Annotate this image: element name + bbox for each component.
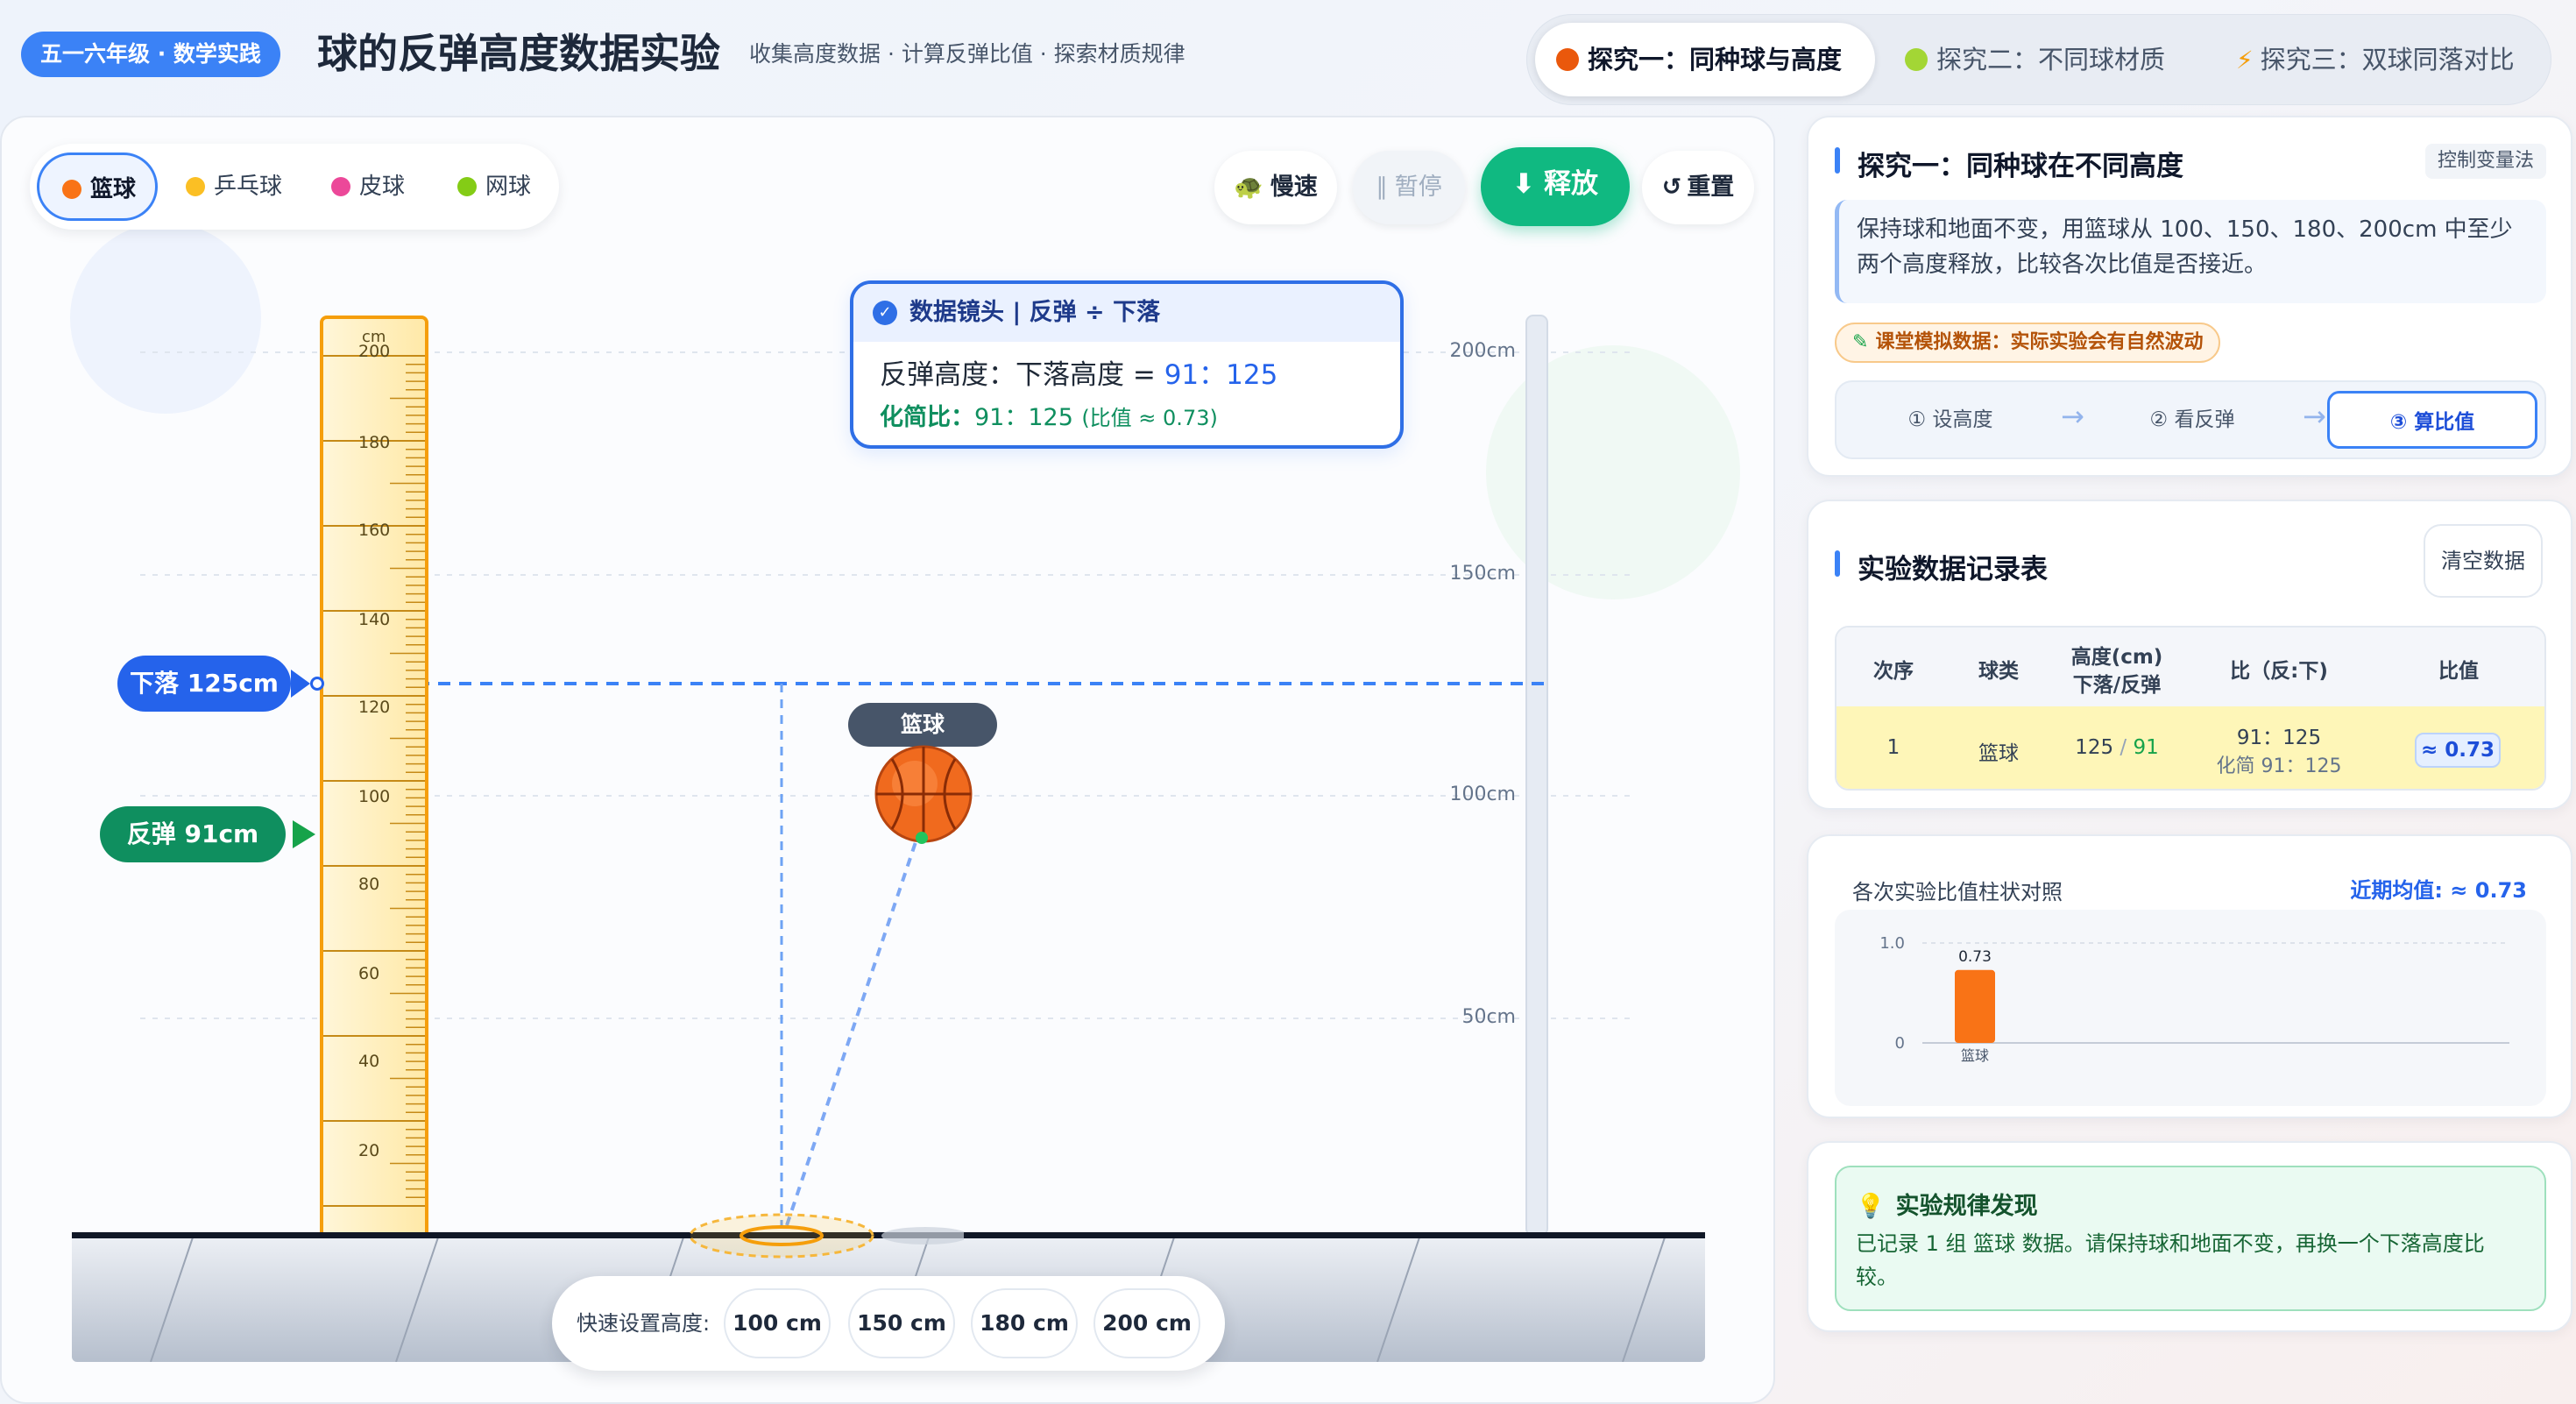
cell-bounce: 91 xyxy=(2133,736,2159,759)
lens-simplified-label: 化简比： xyxy=(880,404,974,431)
inquiry-title: 探究一：同种球在不同高度 xyxy=(1835,144,2183,183)
bounce-height-marker: 反弹 91cm xyxy=(100,806,286,862)
ruler-label: 180 xyxy=(358,433,391,452)
tab-label: 探究二：不同球材质 xyxy=(1936,45,2166,74)
bounce-marker-pointer xyxy=(293,820,315,848)
col-ratio: 比（反:下) xyxy=(2230,660,2328,683)
quick-height-180[interactable]: 180 cm xyxy=(971,1288,1078,1358)
finding-title-row: 💡 实验规律发现 xyxy=(1856,1187,2038,1221)
finding-text: 已记录 1 组 篮球 数据。请保持球和地面不变，再换一个下落高度比较。 xyxy=(1856,1231,2485,1289)
ruler-label: 200 xyxy=(358,342,391,361)
y-tick-label: 0 xyxy=(1895,1034,1905,1053)
pencil-icon: ✎ xyxy=(1852,331,1869,353)
scale-label: 150cm xyxy=(1449,563,1516,585)
data-table-title: 实验数据记录表 xyxy=(1835,547,2048,586)
y-tick-label: 1.0 xyxy=(1879,934,1905,953)
table-header: 次序 球类 高度(cm) 下落/反弹 比（反:下) 比值 xyxy=(1836,628,2544,706)
bounce-path xyxy=(785,833,920,1226)
lightbulb-icon: 💡 xyxy=(1856,1193,1886,1220)
table-row[interactable]: 1 篮球 125 / 91 91：125 化简 91：125 ≈ 0.73 xyxy=(1836,706,2544,789)
drop-track xyxy=(1525,315,1548,1237)
clear-data-button[interactable]: 清空数据 xyxy=(2424,524,2543,598)
cell-heights: 125 / 91 xyxy=(2056,736,2178,759)
tennis-ball-icon xyxy=(1905,48,1928,71)
step-compute-ratio[interactable]: ③ 算比值 xyxy=(2327,391,2537,449)
height-ruler: cm 200 180 160 140 120 100 80 60 40 20 xyxy=(320,316,428,1239)
method-tag: 控制变量法 xyxy=(2424,144,2546,179)
ruler-label: 60 xyxy=(358,964,380,983)
col-index: 次序 xyxy=(1873,660,1914,683)
cell-sep: / xyxy=(2113,736,2134,759)
ruler-label: 80 xyxy=(358,875,380,894)
ratio-value-badge: ≈ 0.73 xyxy=(2415,733,2501,768)
scale-label: 100cm xyxy=(1449,784,1516,805)
finding-box: 💡 实验规律发现 已记录 1 组 篮球 数据。请保持球和地面不变，再换一个下落高度… xyxy=(1835,1166,2546,1311)
step-watch-bounce[interactable]: ② 看反弹 xyxy=(2087,391,2297,449)
check-icon: ✓ xyxy=(873,301,897,325)
tab-inquiry-2[interactable]: 探究二：不同球材质 xyxy=(1884,23,2204,96)
category-label: 篮球 xyxy=(1961,1047,1989,1064)
chart-title: 各次实验比值柱状对照 xyxy=(1852,880,2063,904)
bar-data-label: 0.73 xyxy=(1958,948,1992,966)
ruler-label: 120 xyxy=(358,698,391,717)
col-height: 高度(cm) xyxy=(2070,646,2163,669)
simulation-warning: ✎ 课堂模拟数据：实际实验会有自然波动 xyxy=(1835,323,2221,363)
lens-ratio-note: (比值 ≈ 0.73) xyxy=(1081,406,1218,430)
arrow-right-icon: → xyxy=(2303,400,2326,433)
ruler-label: 160 xyxy=(358,521,391,540)
chart-bar xyxy=(1955,969,1995,1043)
data-lens-panel: ✓ 数据镜头 | 反弹 ÷ 下落 反弹高度：下落高度 = 91：125 化简比：9… xyxy=(850,280,1404,449)
basketball[interactable] xyxy=(867,738,981,852)
ruler-label: 100 xyxy=(358,787,391,806)
cell-simplified: 化简 91：125 xyxy=(2216,755,2342,777)
quick-height-100[interactable]: 100 cm xyxy=(724,1288,831,1358)
arrow-right-icon: → xyxy=(2061,400,2084,433)
chart-area: 1.0 0 0.73 篮球 xyxy=(1835,910,2546,1106)
data-table: 次序 球类 高度(cm) 下落/反弹 比（反:下) 比值 1 篮球 125 / … xyxy=(1835,626,2546,791)
ruler-label: 140 xyxy=(358,610,391,629)
lens-simplified-value: 91：125 xyxy=(974,404,1073,431)
data-lens-header: ✓ 数据镜头 | 反弹 ÷ 下落 xyxy=(853,284,1400,342)
quick-height-200[interactable]: 200 cm xyxy=(1093,1288,1200,1358)
finding-card: 💡 实验规律发现 已记录 1 组 篮球 数据。请保持球和地面不变，再换一个下落高度… xyxy=(1807,1141,2572,1332)
inquiry-description: 保持球和地面不变，用篮球从 100、150、180、200cm 中至少两个高度释… xyxy=(1835,200,2546,303)
drop-marker-pointer xyxy=(291,670,310,698)
cell-ball: 篮球 xyxy=(1978,742,2019,765)
ruler-ticks xyxy=(323,355,425,1207)
tab-inquiry-3[interactable]: ⚡ 探究三：双球同落对比 xyxy=(2215,23,2544,96)
step-set-height[interactable]: ① 设高度 xyxy=(1845,391,2056,449)
tab-label: 探究三：双球同落对比 xyxy=(2260,45,2515,74)
lens-ratio-label: 反弹高度：下落高度 = xyxy=(880,359,1164,391)
finding-title: 实验规律发现 xyxy=(1895,1193,2038,1220)
cell-ratio: 91：125 xyxy=(2236,727,2322,749)
lens-ratio-line: 反弹高度：下落高度 = 91：125 xyxy=(880,352,1277,392)
data-lens-title: 数据镜头 | 反弹 ÷ 下落 xyxy=(909,299,1161,326)
ratio-chart-card: 各次实验比值柱状对照 近期均值: ≈ 0.73 1.0 0 0.73 篮球 xyxy=(1807,834,2572,1118)
step-indicator: ① 设高度 → ② 看反弹 → ③ 算比值 xyxy=(1835,380,2546,459)
quick-height-label: 快速设置高度: xyxy=(577,1311,711,1336)
col-height-sub: 下落/反弹 xyxy=(2072,674,2162,697)
data-table-card: 实验数据记录表 清空数据 次序 球类 高度(cm) 下落/反弹 比（反:下) 比… xyxy=(1807,500,2572,810)
ratio-bar-chart: 1.0 0 0.73 篮球 xyxy=(1879,934,2509,1064)
scale-label: 200cm xyxy=(1449,340,1516,362)
quick-height-bar: 快速设置高度: 100 cm 150 cm 180 cm 200 cm xyxy=(552,1276,1225,1371)
col-value: 比值 xyxy=(2438,660,2479,683)
ruler-label: 20 xyxy=(358,1141,380,1160)
scale-label: 50cm xyxy=(1461,1006,1516,1028)
impact-ring xyxy=(689,1213,964,1259)
lightning-icon: ⚡ xyxy=(2236,46,2254,74)
lens-simplified-line: 化简比：91：125 (比值 ≈ 0.73) xyxy=(880,398,1218,432)
inquiry-info-card: 探究一：同种球在不同高度 控制变量法 保持球和地面不变，用篮球从 100、150… xyxy=(1807,116,2572,477)
ruler-label: 40 xyxy=(358,1052,380,1071)
col-ball: 球类 xyxy=(1978,660,2019,683)
cell-drop: 125 xyxy=(2075,736,2114,759)
quick-height-150[interactable]: 150 cm xyxy=(848,1288,955,1358)
average-label: 近期均值: ≈ 0.73 xyxy=(2350,878,2527,903)
drop-marker-handle[interactable] xyxy=(310,677,324,691)
drop-height-marker[interactable]: 下落 125cm xyxy=(117,656,291,712)
cell-index: 1 xyxy=(1886,736,1900,759)
warning-text: 课堂模拟数据：实际实验会有自然波动 xyxy=(1875,331,2204,353)
lens-ratio-value: 91：125 xyxy=(1164,359,1278,391)
